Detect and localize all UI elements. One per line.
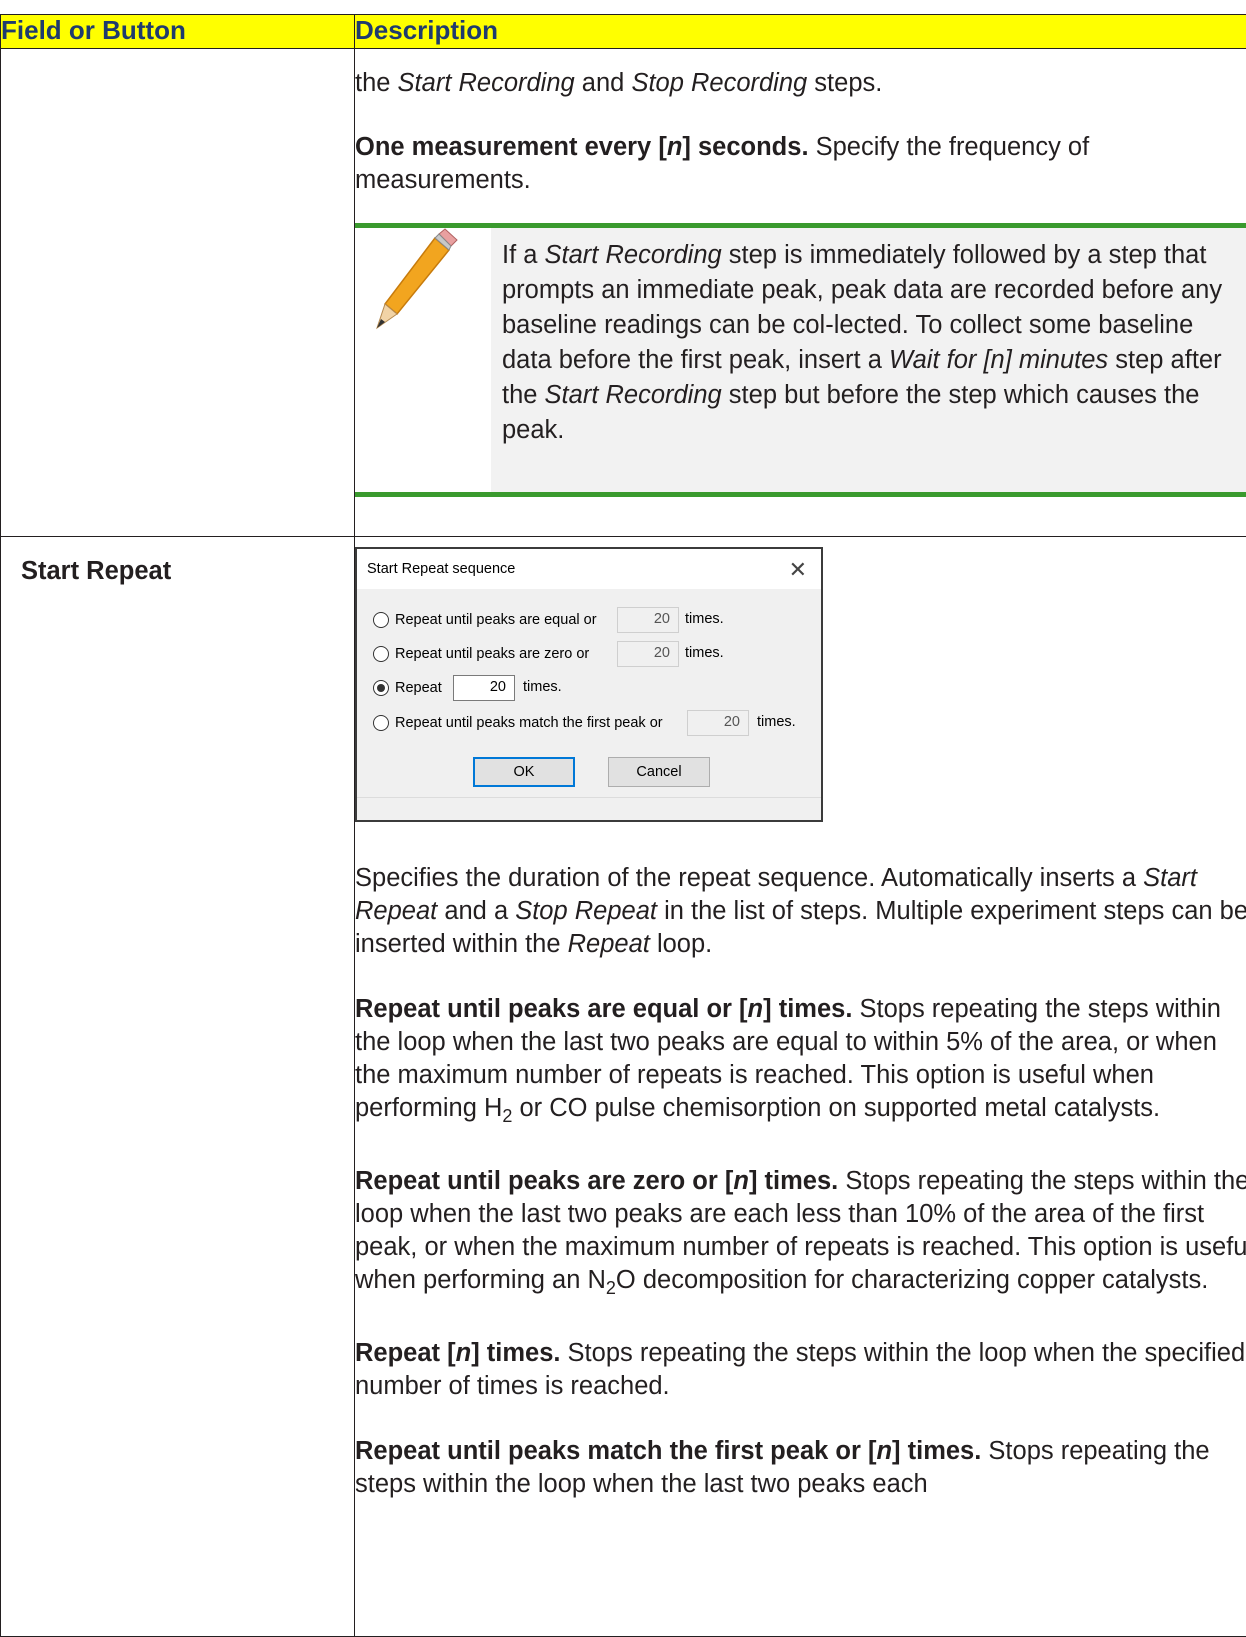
description-cell: the Start Recording and Stop Recording s… bbox=[355, 49, 1246, 537]
duration-paragraph: Specifies the duration of the repeat seq… bbox=[355, 862, 1246, 961]
radio-option-match-first[interactable]: Repeat until peaks match the first peak … bbox=[373, 710, 663, 736]
note-box: If a Start Recording step is immediately… bbox=[355, 223, 1246, 497]
zero-option-paragraph: Repeat until peaks are zero or [n] times… bbox=[355, 1165, 1246, 1305]
note-text: If a Start Recording step is immediately… bbox=[491, 228, 1246, 492]
repeat-n-paragraph: Repeat [n] times. Stops repeating the st… bbox=[355, 1337, 1246, 1403]
field-cell-empty bbox=[1, 49, 355, 537]
dialog-title: Start Repeat sequence bbox=[367, 561, 515, 577]
radio-label: Repeat until peaks are equal or bbox=[395, 612, 597, 628]
table-row: the Start Recording and Stop Recording s… bbox=[1, 49, 1246, 537]
radio-button[interactable] bbox=[373, 612, 389, 628]
radio-button[interactable] bbox=[373, 715, 389, 731]
radio-label: Repeat bbox=[395, 680, 442, 696]
page-header-fragment bbox=[0, 0, 1246, 14]
table-row: Start Repeat Start Repeat sequence ✕ Rep… bbox=[1, 537, 1246, 1637]
field-label-start-repeat: Start Repeat bbox=[1, 537, 354, 586]
measurement-frequency-text: One measurement every [n] seconds. Speci… bbox=[355, 131, 1246, 197]
recording-steps-text: the Start Recording and Stop Recording s… bbox=[355, 67, 1246, 100]
times-input-repeat[interactable]: 20 bbox=[453, 675, 515, 701]
times-label: times. bbox=[685, 645, 724, 661]
equal-option-paragraph: Repeat until peaks are equal or [n] time… bbox=[355, 993, 1246, 1133]
column-header-description: Description bbox=[355, 15, 1246, 49]
cancel-button[interactable]: Cancel bbox=[608, 757, 710, 787]
radio-option-equal[interactable]: Repeat until peaks are equal or bbox=[373, 607, 597, 633]
start-repeat-dialog: Start Repeat sequence ✕ Repeat until pea… bbox=[355, 547, 823, 822]
match-first-paragraph: Repeat until peaks match the first peak … bbox=[355, 1435, 1246, 1501]
column-header-field: Field or Button bbox=[1, 15, 355, 49]
radio-label: Repeat until peaks match the first peak … bbox=[395, 715, 663, 731]
radio-label: Repeat until peaks are zero or bbox=[395, 646, 589, 662]
times-label: times. bbox=[523, 679, 562, 695]
radio-option-repeat[interactable]: Repeat bbox=[373, 675, 442, 701]
times-label: times. bbox=[685, 611, 724, 627]
dialog-footer bbox=[357, 797, 821, 820]
times-input-match-first[interactable]: 20 bbox=[687, 710, 749, 736]
ok-button[interactable]: OK bbox=[473, 757, 575, 787]
radio-option-zero[interactable]: Repeat until peaks are zero or bbox=[373, 641, 589, 667]
times-input-equal[interactable]: 20 bbox=[617, 607, 679, 633]
dialog-titlebar: Start Repeat sequence ✕ bbox=[357, 549, 821, 589]
field-description-table: Field or Button Description the Start Re… bbox=[0, 14, 1246, 1637]
times-input-zero[interactable]: 20 bbox=[617, 641, 679, 667]
pencil-note-icon bbox=[355, 228, 491, 492]
close-icon[interactable]: ✕ bbox=[789, 557, 807, 583]
table-header-row: Field or Button Description bbox=[1, 15, 1246, 49]
times-label: times. bbox=[757, 714, 796, 730]
radio-button-selected[interactable] bbox=[373, 680, 389, 696]
radio-button[interactable] bbox=[373, 646, 389, 662]
description-cell: Start Repeat sequence ✕ Repeat until pea… bbox=[355, 537, 1246, 1637]
field-cell: Start Repeat bbox=[1, 537, 355, 1637]
